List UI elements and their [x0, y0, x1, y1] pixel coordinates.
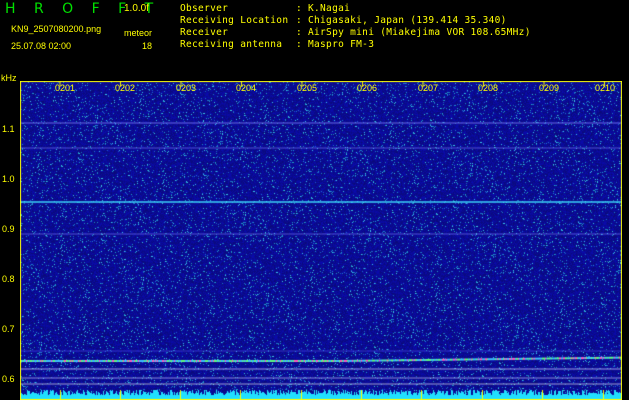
info-location-value: Chigasaki, Japan (139.414 35.340)	[308, 15, 507, 26]
y-tick-label: 0.7	[2, 324, 15, 334]
info-observer-value: K.Nagai	[308, 3, 351, 14]
y-tick-label: 0.6	[2, 374, 15, 384]
file-name: KN9_2507080200.png	[11, 24, 102, 34]
meteor-count: 18	[142, 41, 153, 51]
x-tick-label: 0209	[539, 83, 560, 93]
x-tick-label: 0202	[115, 83, 136, 93]
info-observer-label: Observer	[180, 3, 229, 14]
x-tick-label: 0204	[236, 83, 257, 93]
y-tick-label: 0.8	[2, 274, 15, 284]
x-tick-label: 0207	[418, 83, 439, 93]
app-version: 1.0.0f	[124, 3, 150, 14]
info-receiver-sep: :	[296, 27, 303, 38]
x-tick-label: 0208	[478, 83, 499, 93]
meteor-label: meteor	[124, 28, 153, 38]
y-axis-unit: kHz	[1, 73, 17, 83]
spectrogram-plot	[20, 81, 622, 400]
info-antenna-label: Receiving antenna	[180, 39, 283, 50]
info-receiver-label: Receiver	[180, 27, 229, 38]
info-antenna-sep: :	[296, 39, 303, 50]
x-tick-label: 0206	[357, 83, 378, 93]
info-observer-sep: :	[296, 3, 303, 14]
info-location-sep: :	[296, 15, 303, 26]
y-tick-label: 1.1	[2, 124, 15, 134]
x-tick-label: 0210	[595, 83, 616, 93]
info-receiver-value: AirSpy mini (Miakejima VOR 108.65MHz)	[308, 27, 531, 38]
date-time: 25.07.08 02:00	[11, 41, 72, 51]
y-tick-label: 1.0	[2, 174, 15, 184]
x-tick-label: 0203	[176, 83, 197, 93]
info-antenna-value: Maspro FM-3	[308, 39, 375, 50]
x-tick-label: 0201	[55, 83, 76, 93]
y-tick-label: 0.9	[2, 224, 15, 234]
x-tick-label: 0205	[297, 83, 318, 93]
info-location-label: Receiving Location	[180, 15, 289, 26]
